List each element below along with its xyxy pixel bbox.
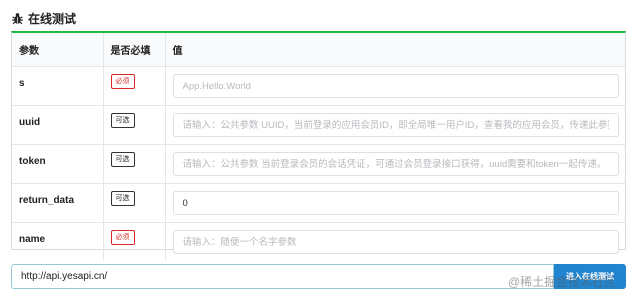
param-name-input[interactable] [172, 230, 619, 254]
column-header-param: 参数 [12, 33, 104, 67]
required-badge: 必须 [110, 230, 135, 245]
table-row: name 必须 [12, 222, 625, 261]
param-name: token [12, 144, 104, 184]
table-header-row: 参数 是否必填 值 [12, 33, 625, 67]
bug-icon [12, 12, 23, 24]
column-header-value: 值 [165, 33, 625, 67]
param-name: s [12, 66, 104, 106]
table-row: return_data 可选 [12, 183, 625, 223]
required-badge: 必须 [110, 74, 135, 89]
param-name: uuid [12, 105, 104, 145]
optional-badge: 可选 [110, 191, 135, 206]
param-s-input[interactable] [172, 74, 619, 98]
param-return-data-input[interactable] [172, 191, 619, 215]
table-row: token 可选 [12, 144, 625, 184]
optional-badge: 可选 [110, 113, 135, 128]
params-panel: 参数 是否必填 值 s 必须 uuid 可选 token 可选 ret [11, 31, 626, 261]
param-name: return_data [12, 183, 104, 223]
table-row: uuid 可选 [12, 105, 625, 145]
column-header-required: 是否必填 [103, 33, 166, 67]
param-name: name [12, 222, 104, 261]
section-header: 在线测试 [11, 9, 76, 27]
section-title: 在线测试 [28, 11, 77, 26]
optional-badge: 可选 [110, 152, 135, 167]
param-uuid-input[interactable] [172, 113, 619, 137]
request-url-input[interactable] [11, 264, 554, 289]
params-table: 参数 是否必填 值 s 必须 uuid 可选 token 可选 ret [12, 33, 625, 261]
run-test-button[interactable]: 进入在线测试 [554, 264, 626, 289]
param-token-input[interactable] [172, 152, 619, 176]
table-row: s 必须 [12, 66, 625, 106]
